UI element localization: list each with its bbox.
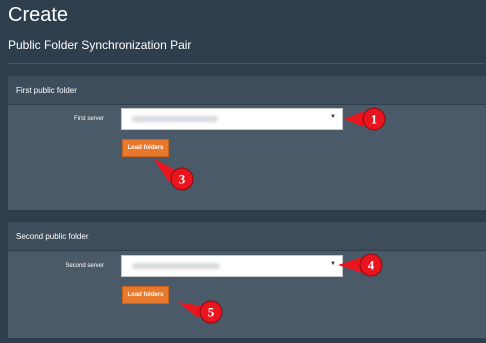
callout-4: 4: [338, 253, 384, 277]
first-server-value-blurred: [132, 116, 218, 122]
first-load-folders-button[interactable]: Load folders: [122, 139, 169, 157]
second-folder-panel: Second public folder Second server ▼ Loa…: [8, 222, 486, 338]
page-title: Create: [8, 4, 69, 26]
callout-pointer-icon: [344, 111, 364, 127]
second-server-select[interactable]: ▼: [121, 255, 343, 277]
dropdown-caret-icon: ▼: [330, 261, 336, 267]
callout-label: 4: [368, 258, 375, 273]
second-load-folders-button[interactable]: Load folders: [122, 286, 169, 304]
callout-5: 5: [178, 300, 224, 324]
first-folder-panel: First public folder First server ▼ Load …: [8, 76, 486, 210]
callout-label: 3: [179, 172, 186, 187]
first-server-label: First server: [74, 116, 104, 122]
callout-pointer-icon: [178, 302, 202, 318]
second-server-label: Second server: [65, 263, 104, 269]
page-subtitle: Public Folder Synchronization Pair: [8, 38, 192, 52]
title-divider: [8, 63, 484, 64]
callout-label: 1: [371, 112, 378, 127]
first-server-select[interactable]: ▼: [121, 108, 343, 130]
second-server-value-blurred: [132, 263, 220, 269]
callout-pointer-icon: [338, 257, 362, 273]
callout-1: 1: [344, 107, 386, 131]
dropdown-caret-icon: ▼: [330, 114, 336, 120]
first-folder-header: First public folder: [8, 76, 486, 105]
callout-label: 5: [208, 305, 215, 320]
callout-3: 3: [153, 158, 195, 194]
second-folder-header: Second public folder: [8, 222, 486, 251]
